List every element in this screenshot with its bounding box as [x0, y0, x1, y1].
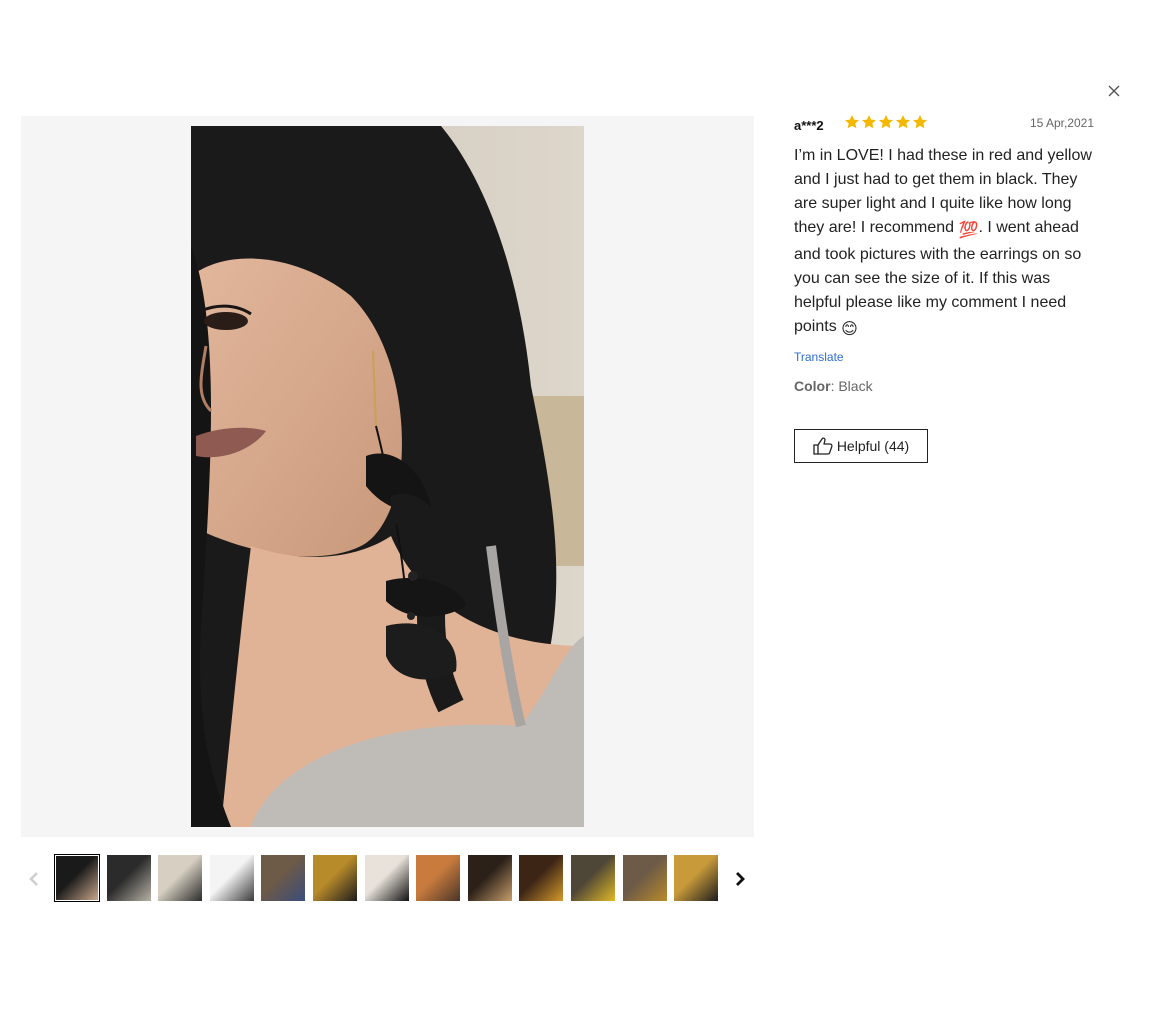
star-icon: [862, 115, 876, 129]
review-photo-image: [191, 126, 584, 827]
star-icon: [896, 115, 910, 129]
color-label: Color: [794, 378, 831, 394]
thumbnail-earrings-collection-4[interactable]: [673, 854, 719, 902]
thumbnail-selfie-side[interactable]: [106, 854, 152, 902]
thumbnail-earrings-collection-3[interactable]: [622, 854, 668, 902]
thumbnail-strip: [21, 853, 754, 905]
thumbnail-image: [158, 855, 203, 901]
thumbnail-image: [261, 855, 306, 901]
translate-link[interactable]: Translate: [794, 350, 1094, 364]
review-header: a***2 15 Apr,2021: [794, 113, 1094, 137]
next-image-button[interactable]: [727, 853, 753, 905]
review-text-part-2: . I went ahead and took pictures with th…: [794, 219, 1082, 335]
star-icon: [913, 115, 927, 129]
review-date: 15 Apr,2021: [1029, 116, 1094, 130]
thumbnail-image: [364, 855, 409, 901]
star-icon: [845, 115, 859, 129]
thumbs-up-icon: [813, 437, 833, 455]
thumbnail-earring-on-wall[interactable]: [157, 854, 203, 902]
close-icon: [1108, 85, 1120, 97]
thumbnail-image: [416, 855, 461, 901]
thumbnail-image: [56, 856, 98, 900]
star-icon: [879, 115, 893, 129]
reviewer-name: a***2: [794, 118, 824, 133]
thumbnail-earrings-collection-2[interactable]: [312, 854, 358, 902]
thumbnail-image: [571, 855, 615, 901]
review-photo[interactable]: [191, 126, 584, 827]
thumbnail-orange-hair-selfie[interactable]: [415, 854, 461, 902]
thumbnail-image: [519, 855, 564, 901]
thumbnail-earrings-collection-1[interactable]: [260, 854, 306, 902]
image-viewer: [21, 116, 754, 837]
chevron-right-icon: [736, 872, 745, 886]
star-rating: [844, 114, 928, 130]
review-panel: a***2 15 Apr,2021 I’m in LOVE! I had the…: [794, 113, 1094, 463]
smiling-face-emoji: 😊: [841, 321, 858, 338]
review-text: I’m in LOVE! I had these in red and yell…: [794, 144, 1094, 342]
thumbnail-image: [209, 855, 254, 901]
helpful-label: Helpful (44): [836, 438, 910, 454]
thumbnail-black-flower-earring[interactable]: [364, 854, 410, 902]
helpful-button[interactable]: Helpful (44): [794, 429, 928, 463]
chevron-left-icon: [29, 872, 38, 886]
color-attribute: Color: Black: [794, 378, 1094, 394]
thumbnail-selfie-black-earring[interactable]: [54, 854, 100, 902]
thumbnail-image: [674, 855, 719, 901]
thumbnail-dark-room-selfie[interactable]: [467, 854, 513, 902]
close-button[interactable]: [1104, 81, 1124, 101]
thumbnail-image: [106, 855, 151, 901]
thumbnail-image: [622, 855, 667, 901]
previous-image-button[interactable]: [21, 853, 47, 905]
color-value: : Black: [830, 378, 873, 394]
hundred-points-emoji: 💯: [958, 222, 979, 239]
thumbnail-image: [313, 855, 357, 901]
thumbnail-masked-selfie[interactable]: [209, 854, 255, 902]
thumbnail-image: [467, 855, 512, 901]
thumbnail-yellow-earring-selfie[interactable]: [518, 854, 564, 902]
thumbnail-yellow-flower-selfie[interactable]: [570, 854, 616, 902]
